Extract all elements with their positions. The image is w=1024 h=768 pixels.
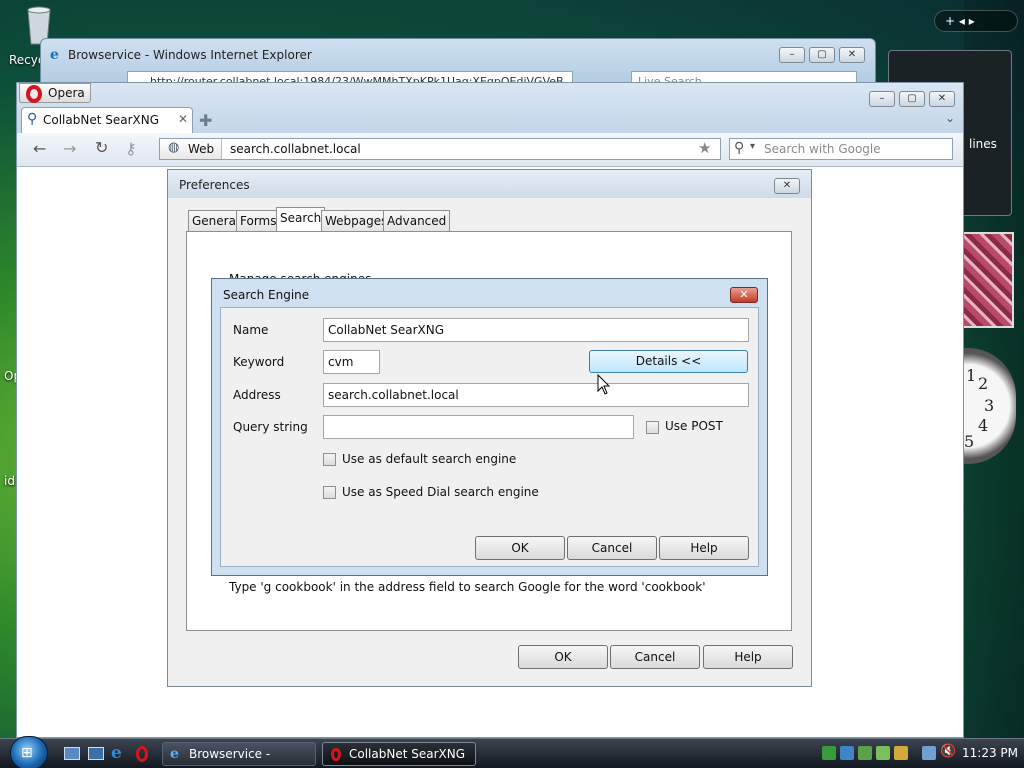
details-toggle-button[interactable]: Details << [589,350,748,373]
preferences-ok-button[interactable]: OK [518,645,608,669]
address-label: Address [233,388,281,402]
tab-close-icon[interactable]: ✕ [178,112,188,126]
ie-logo-icon: e [50,47,59,63]
sidebar-gadget-slideshow[interactable] [962,232,1014,328]
address-text: search.collabnet.local [230,142,361,156]
address-bar[interactable]: ◍ Web search.collabnet.local ★ [159,138,721,160]
start-button[interactable]: ⊞ [10,736,48,768]
search-hint-text: Type 'g cookbook' in the address field t… [229,580,706,594]
tray-security-icon[interactable] [894,746,908,760]
reload-icon[interactable]: ↻ [95,138,108,157]
opera-navigation-toolbar: ← → ↻ ⚷ ◍ Web search.collabnet.local ★ ⚲… [17,133,963,167]
search-engine-cancel-button[interactable]: Cancel [567,536,657,560]
clock-num-3: 3 [984,396,995,415]
tray-network-icon[interactable] [822,746,836,760]
preferences-title: Preferences [179,178,250,192]
taskbar-opera-icon [331,748,341,761]
tray-sync-icon[interactable] [876,746,890,760]
taskbar-opera-label: CollabNet SearXNG ... [349,747,466,761]
opera-close-button[interactable]: ✕ [929,91,955,107]
search-engine-ok-button[interactable]: OK [475,536,565,560]
tab-webpages[interactable]: Webpages [321,210,392,231]
gadget-feed-text: lines [969,137,997,151]
default-engine-label: Use as default search engine [342,452,517,466]
search-engine-close-button[interactable]: ✕ [730,287,758,303]
taskbar-clock[interactable]: 11:23 PM [962,746,1018,760]
default-engine-checkbox[interactable] [323,453,336,466]
address-prefix-label: Web [188,142,215,156]
taskbar: ⊞ e e Browservice - Wind... CollabNet Se… [0,736,1024,768]
ie-close-button[interactable]: ✕ [839,47,865,63]
query-string-field[interactable] [323,415,634,439]
address-field[interactable]: search.collabnet.local [323,383,749,407]
show-desktop-icon[interactable] [64,747,80,760]
opera-menu-label: Opera [48,86,85,100]
keyword-label: Keyword [233,355,285,369]
preferences-close-button[interactable]: ✕ [774,178,800,194]
name-label: Name [233,323,269,337]
gadget-controls-text: + ◂ ▸ [945,14,975,28]
opera-quicklaunch-icon[interactable] [136,746,148,762]
tab-forms[interactable]: Forms [236,210,281,231]
web-search-input[interactable]: ⚲ ▾ Search with Google [729,138,953,160]
speed-dial-label: Use as Speed Dial search engine [342,485,539,499]
tab-general[interactable]: General [188,210,244,231]
clock-num-2: 2 [978,374,989,393]
opera-maximize-button[interactable]: ▢ [899,91,925,107]
preferences-help-button[interactable]: Help [703,645,793,669]
search-engine-chevron-down-icon[interactable]: ▾ [750,141,755,152]
bookmark-star-icon[interactable]: ★ [698,139,711,157]
back-arrow-icon[interactable]: ← [33,139,46,158]
speed-dial-checkbox[interactable] [323,486,336,499]
clock-num-5: 5 [964,432,975,451]
preferences-title-bar: Preferences ✕ [168,170,811,198]
opera-menu-button[interactable]: Opera [19,83,91,103]
keyword-field[interactable]: cvm [323,350,380,374]
ie-window-title: Browservice - Windows Internet Explorer [68,48,312,62]
taskbar-opera-button[interactable]: CollabNet SearXNG ... [322,742,476,766]
search-engine-form: Name CollabNet SearXNG Keyword cvm Detai… [220,307,759,567]
key-icon[interactable]: ⚷ [125,139,137,158]
use-post-checkbox[interactable] [646,421,659,434]
tray-volume-icon[interactable]: 🔇 [940,744,956,759]
tab-advanced[interactable]: Advanced [383,210,451,231]
search-icon: ⚲ [734,140,745,156]
search-engine-title: Search Engine [223,288,310,302]
mouse-cursor-icon [597,374,611,395]
search-engine-help-button[interactable]: Help [659,536,749,560]
taskbar-ie-button[interactable]: e Browservice - Wind... [162,742,316,766]
desktop-edge-text-2: id [4,474,15,488]
sidebar-gadget-controls[interactable]: + ◂ ▸ [934,10,1018,32]
ie-quicklaunch-icon[interactable]: e [111,743,122,763]
preferences-cancel-button[interactable]: Cancel [610,645,700,669]
tab-search-icon: ⚲ [27,111,38,127]
tab-list-chevron-down-icon[interactable]: ⌄ [945,111,955,125]
tab-title: CollabNet SearXNG [43,113,160,127]
tray-display-icon[interactable] [922,746,936,760]
name-field[interactable]: CollabNet SearXNG [323,318,749,342]
switch-windows-icon[interactable] [88,747,104,760]
opera-logo-icon [26,85,42,103]
ie-minimize-button[interactable]: – [779,47,805,63]
forward-arrow-icon[interactable]: → [63,139,76,158]
tray-update-icon[interactable] [858,746,872,760]
address-web-badge[interactable]: ◍ Web [160,139,222,159]
tab-collabnet-searxng[interactable]: ⚲ CollabNet SearXNG ✕ [21,107,193,133]
search-placeholder: Search with Google [764,142,881,156]
tab-search[interactable]: Search [276,207,326,232]
clock-num-4: 4 [978,416,989,435]
ie-maximize-button[interactable]: ▢ [809,47,835,63]
clock-num-1: 1 [966,366,977,385]
new-tab-icon[interactable]: ✚ [199,111,212,130]
search-engine-dialog[interactable]: Search Engine ✕ Name CollabNet SearXNG K… [211,278,768,576]
opera-minimize-button[interactable]: – [869,91,895,107]
tray-shield-icon[interactable] [840,746,854,760]
use-post-label: Use POST [665,419,723,433]
globe-icon: ◍ [168,140,180,155]
query-string-label: Query string [233,420,308,434]
windows-logo-icon: ⊞ [21,745,33,761]
taskbar-ie-label: Browservice - Wind... [189,747,271,761]
taskbar-ie-icon: e [170,746,179,762]
